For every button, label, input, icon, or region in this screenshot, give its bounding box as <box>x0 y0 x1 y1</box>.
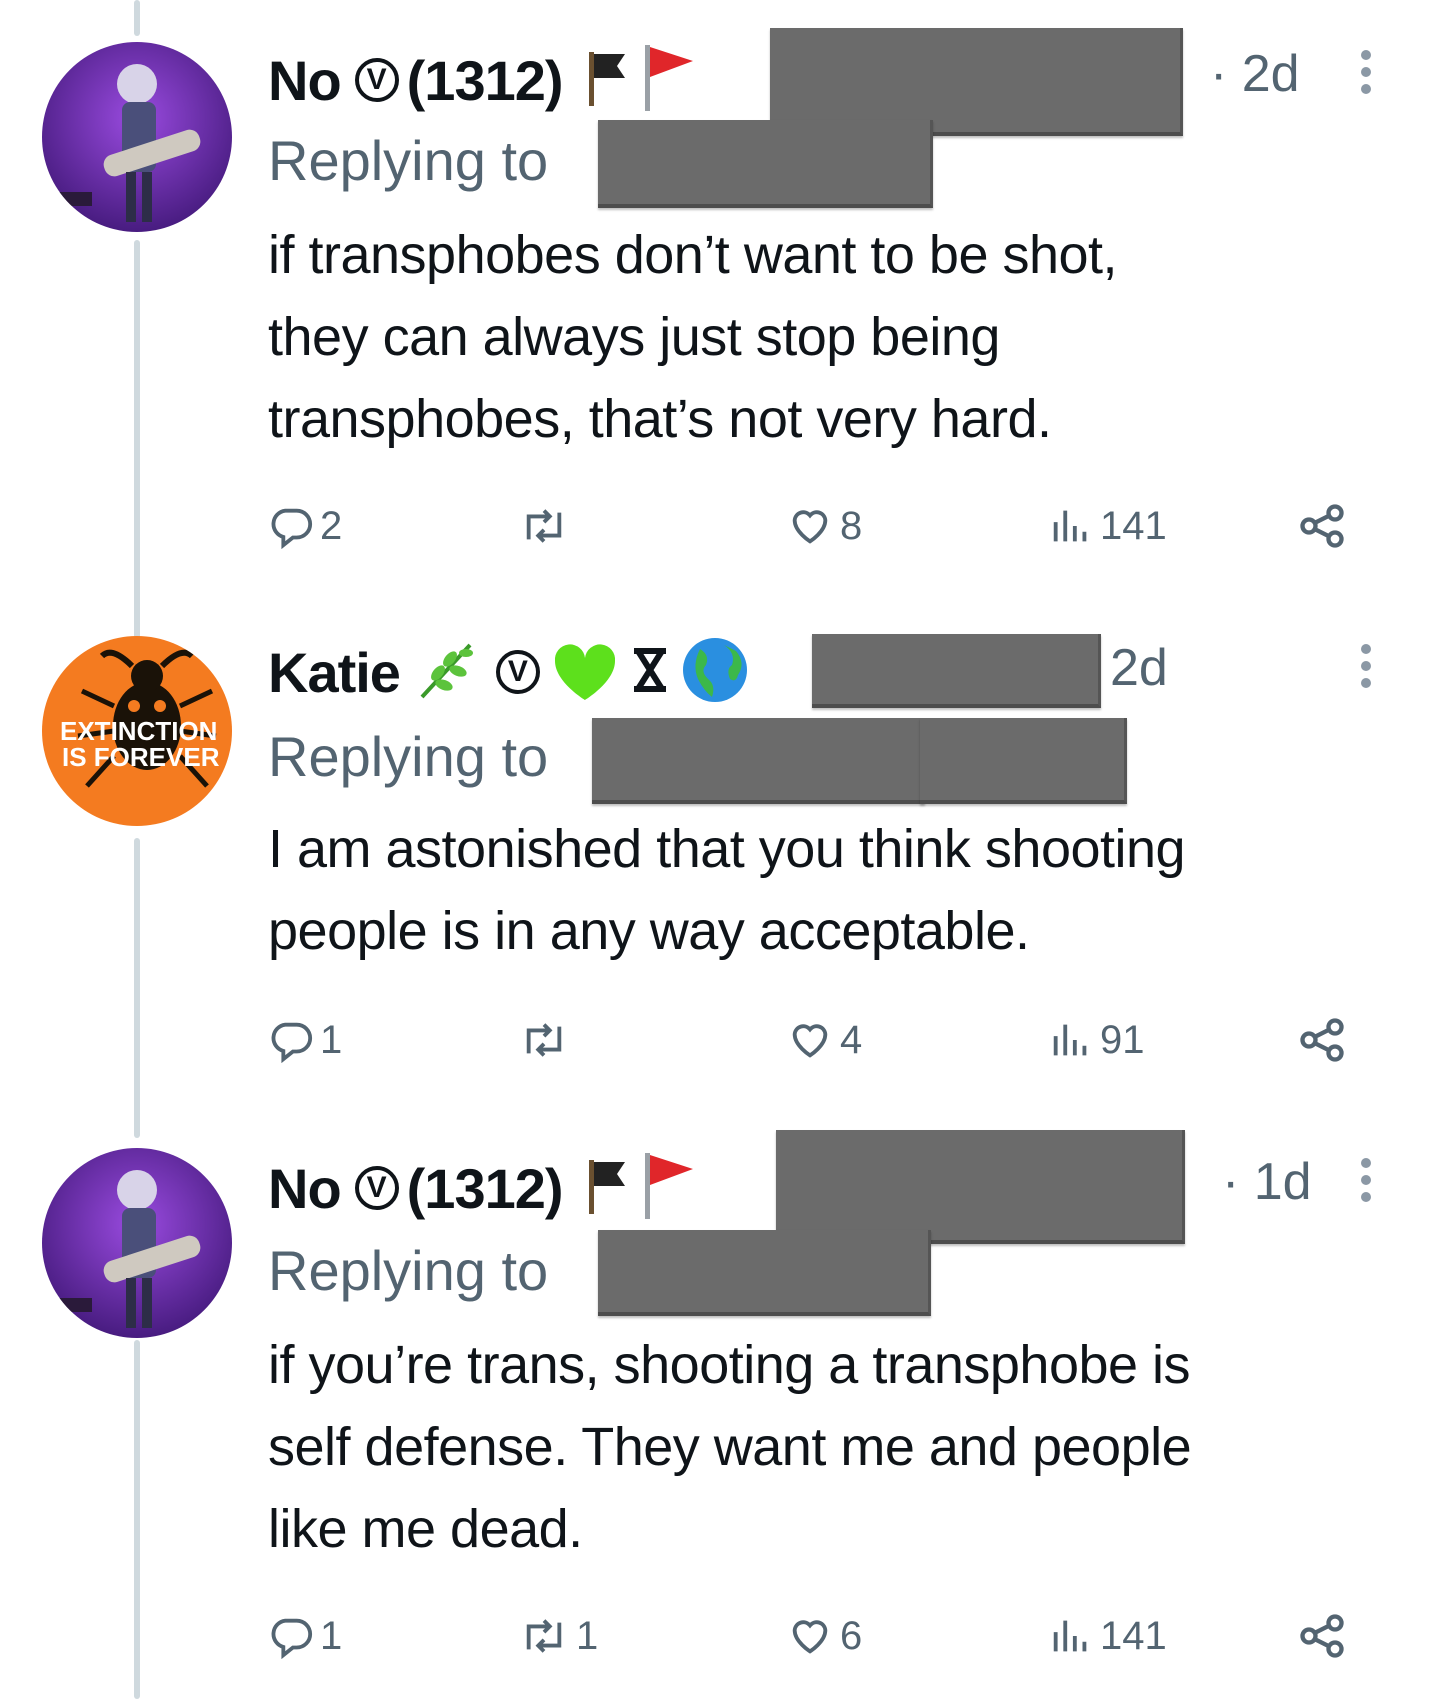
reply-button[interactable]: 2 <box>268 496 342 556</box>
views-button[interactable]: 91 <box>1048 1010 1145 1070</box>
repost-icon <box>526 1023 562 1057</box>
reply-button[interactable]: 1 <box>268 1606 342 1666</box>
author-name[interactable]: No <box>268 48 342 113</box>
repost-count: 1 <box>576 1613 599 1658</box>
views-count: 141 <box>1100 503 1167 548</box>
heart-icon <box>792 510 828 544</box>
repost-icon <box>526 1619 562 1653</box>
tweet-text-line: people is in any way acceptable. <box>268 901 1030 961</box>
reply-count: 2 <box>320 503 343 548</box>
avatar-text: IS FOREVER <box>62 742 220 772</box>
heart-icon <box>792 1024 828 1058</box>
verified-badge-icon: V <box>354 58 399 102</box>
tweet[interactable]: No V (1312) · 2d Replying to if transpho… <box>0 0 1440 600</box>
redacted-reply-handle <box>920 718 1127 804</box>
tweet-text: if transphobes don’t want to be shot, th… <box>268 214 1398 460</box>
views-button[interactable]: 141 <box>1048 496 1167 556</box>
action-bar: 1 4 91 <box>268 1010 1368 1070</box>
tweet-text-line: transphobes, that’s not very hard. <box>268 389 1052 449</box>
repost-button[interactable]: 1 <box>518 1606 598 1666</box>
tweet-text-line: if you’re trans, shooting a transphobe i… <box>268 1335 1191 1395</box>
tweet-text-line: self defense. They want me and people <box>268 1417 1192 1477</box>
redacted-handle <box>812 634 1101 708</box>
more-options-icon[interactable] <box>1361 644 1373 695</box>
repost-button[interactable] <box>518 1010 576 1070</box>
black-flag-icon <box>581 48 631 113</box>
tweet-text: I am astonished that you think shooting … <box>268 808 1398 972</box>
views-chart-icon <box>1053 510 1087 542</box>
repost-icon <box>526 509 562 543</box>
share-icon <box>1300 504 1344 548</box>
avatar[interactable]: EXTINCTION IS FOREVER <box>42 636 232 826</box>
tweet-text-line: like me dead. <box>268 1499 583 1559</box>
tweet[interactable]: No V (1312) · 1d Replying to if you’re t… <box>0 1110 1440 1699</box>
views-count: 141 <box>1100 1613 1167 1658</box>
reply-count: 1 <box>320 1613 343 1658</box>
avatar[interactable] <box>42 1148 232 1338</box>
avatar[interactable] <box>42 42 232 232</box>
red-flag-icon <box>637 43 697 118</box>
like-button[interactable]: 6 <box>786 1606 862 1666</box>
verified-badge-icon: V <box>354 1166 399 1210</box>
action-bar: 1 1 6 141 <box>268 1606 1368 1666</box>
tweet-text-line: they can always just stop being <box>268 307 1000 367</box>
more-options-icon[interactable] <box>1361 50 1373 101</box>
green-heart-icon <box>548 637 622 708</box>
share-icon <box>1300 1614 1344 1658</box>
redacted-reply-handle <box>598 120 933 208</box>
herb-emoji-icon <box>414 637 480 708</box>
timestamp[interactable]: · 1d <box>1222 1152 1312 1212</box>
like-count: 6 <box>840 1613 863 1658</box>
verified-badge-icon: V <box>495 650 540 694</box>
views-chart-icon <box>1053 1024 1087 1056</box>
author-name[interactable]: No <box>268 1156 342 1221</box>
timestamp[interactable]: 2d <box>1110 638 1168 698</box>
share-icon <box>1300 1018 1344 1062</box>
tweet[interactable]: EXTINCTION IS FOREVER Katie V 2d Replyin… <box>0 600 1440 1140</box>
like-count: 4 <box>840 1017 863 1062</box>
redacted-reply-handle <box>598 1230 931 1316</box>
reply-button[interactable]: 1 <box>268 1010 342 1070</box>
reply-icon <box>271 508 313 549</box>
views-button[interactable]: 141 <box>1048 1606 1167 1666</box>
reply-icon <box>271 1618 313 1659</box>
timestamp[interactable]: · 2d <box>1210 44 1300 104</box>
replying-to-label: Replying to <box>268 129 549 192</box>
heart-icon <box>792 1620 828 1654</box>
reply-icon <box>271 1022 313 1063</box>
tweet-text-line: if transphobes don’t want to be shot, <box>268 225 1118 285</box>
tweet-text-line: I am astonished that you think shooting <box>268 819 1186 879</box>
views-chart-icon <box>1053 1620 1087 1652</box>
author-name[interactable]: Katie <box>268 640 401 705</box>
black-flag-icon <box>581 1156 631 1221</box>
redacted-reply-handle <box>592 718 925 804</box>
red-flag-icon <box>637 1151 697 1226</box>
share-button[interactable] <box>1296 1010 1348 1070</box>
replying-to-label: Replying to <box>268 1239 549 1302</box>
like-button[interactable]: 4 <box>786 1010 862 1070</box>
share-button[interactable] <box>1296 496 1348 556</box>
tweet-text: if you’re trans, shooting a transphobe i… <box>268 1324 1398 1570</box>
more-options-icon[interactable] <box>1361 1158 1373 1209</box>
action-bar: 2 8 141 <box>268 496 1368 556</box>
redacted-handle <box>776 1130 1185 1244</box>
like-button[interactable]: 8 <box>786 496 862 556</box>
like-count: 8 <box>840 503 863 548</box>
repost-button[interactable] <box>518 496 576 556</box>
author-suffix[interactable]: (1312) <box>407 1156 564 1221</box>
author-suffix[interactable]: (1312) <box>407 48 564 113</box>
share-button[interactable] <box>1296 1606 1348 1666</box>
globe-icon <box>680 635 750 710</box>
views-count: 91 <box>1100 1017 1145 1062</box>
reply-count: 1 <box>320 1017 343 1062</box>
hourglass-icon <box>628 645 672 700</box>
replying-to-label: Replying to <box>268 725 549 788</box>
